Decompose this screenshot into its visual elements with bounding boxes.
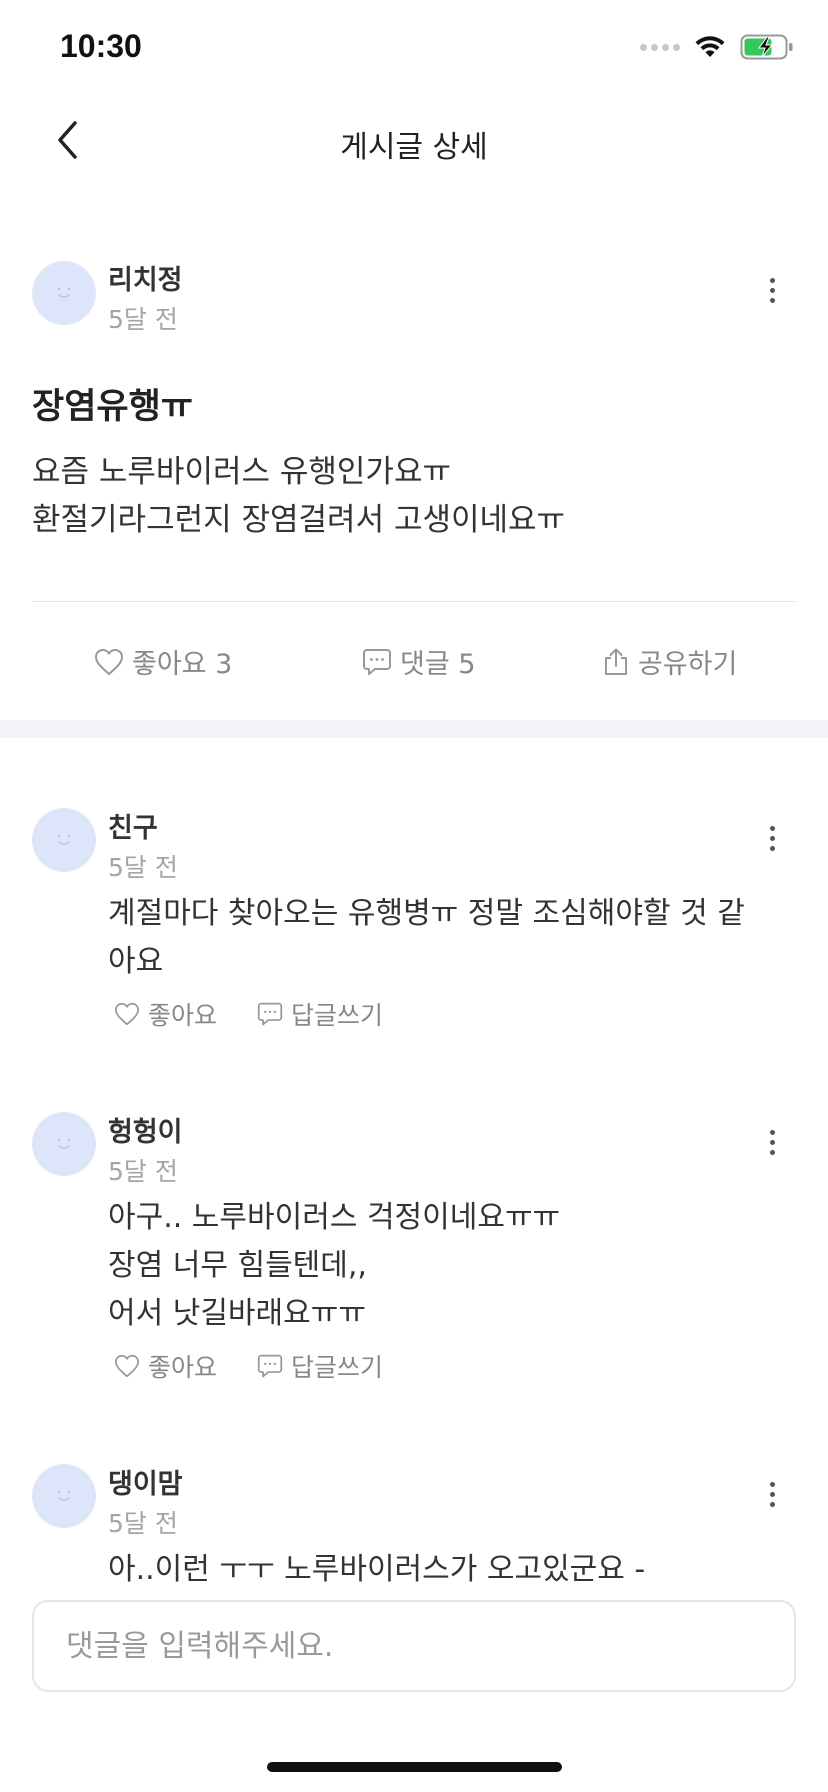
smile-face-icon — [57, 1490, 71, 1501]
comment-body-line: 장염 너무 힘들텐데,, — [108, 1248, 367, 1283]
comment-actions: 좋아요 답글쓰기 — [114, 1348, 383, 1384]
comment-author[interactable]: 헝헝이 — [108, 1110, 183, 1149]
comment-time: 5달 전 — [108, 853, 178, 882]
post-author-name[interactable]: 리치정 — [108, 258, 183, 297]
comment-input-box — [32, 1600, 796, 1692]
comment-bubble-icon — [363, 648, 391, 675]
more-vertical-icon — [769, 1481, 775, 1487]
share-label: 공유하기 — [638, 649, 738, 680]
post-body-line: 요즘 노루바이러스 유행인가요ㅠ — [32, 454, 451, 490]
post-body: 요즘 노루바이러스 유행인가요ㅠ 환절기라그런지 장염걸려서 고생이네요ㅠ — [32, 448, 792, 544]
comment-like-label: 좋아요 — [148, 1001, 218, 1030]
like-button[interactable]: 좋아요 3 — [94, 642, 232, 681]
more-vertical-icon — [769, 277, 775, 283]
comment-more-button[interactable] — [760, 818, 784, 858]
comment-body: 아..이런 ㅜㅜ 노루바이러스가 오고있군요 - — [108, 1546, 798, 1585]
comment-body-line: 계절마다 찾아오는 유행병ㅠ 정말 조심해야할 것 같 — [108, 896, 745, 931]
avatar[interactable] — [32, 808, 96, 872]
share-button[interactable]: 공유하기 — [602, 642, 737, 681]
reply-label: 답글쓰기 — [291, 1353, 384, 1382]
wifi-icon — [695, 36, 725, 57]
section-separator — [0, 720, 828, 738]
status-icons — [640, 34, 794, 60]
comment-more-button[interactable] — [760, 1122, 784, 1162]
status-bar: 10:30 — [0, 0, 828, 100]
share-icon — [605, 648, 627, 675]
navigation-bar: 게시글 상세 — [0, 100, 828, 180]
comment-author[interactable]: 친구 — [108, 806, 158, 845]
smile-face-icon — [57, 1138, 71, 1149]
like-label: 좋아요 3 — [132, 649, 233, 680]
comment-item: 친구 5달 전 계절마다 찾아오는 유행병ㅠ 정말 조심해야할 것 같 아요 좋… — [32, 806, 796, 1106]
avatar[interactable] — [32, 1464, 96, 1528]
comment-time: 5달 전 — [108, 1509, 178, 1538]
comment-body-line: 아구.. 노루바이러스 걱정이네요ㅠㅠ — [108, 1200, 561, 1235]
avatar[interactable] — [32, 1112, 96, 1176]
comment-author[interactable]: 댕이맘 — [108, 1462, 183, 1501]
reply-button[interactable]: 답글쓰기 — [257, 996, 383, 1032]
comment-body-line: 아요 — [108, 944, 164, 979]
post-action-bar: 좋아요 3 댓글 5 공유하기 — [0, 638, 828, 686]
comment-bubble-icon — [257, 1002, 283, 1026]
home-indicator — [267, 1762, 562, 1772]
avatar[interactable] — [32, 261, 96, 325]
post: 리치정 5달 전 장염유행ㅠ 요즘 노루바이러스 유행인가요ㅠ 환절기라그런지 … — [32, 240, 796, 538]
page-title: 게시글 상세 — [340, 130, 488, 165]
smile-face-icon — [57, 287, 71, 298]
divider — [32, 601, 796, 602]
comment-item: 헝헝이 5달 전 아구.. 노루바이러스 걱정이네요ㅠㅠ 장염 너무 힘들텐데,… — [32, 1110, 796, 1430]
post-title: 장염유행ㅠ — [32, 387, 194, 427]
comment-like-button[interactable]: 좋아요 — [114, 1348, 217, 1384]
comment-actions: 좋아요 답글쓰기 — [114, 996, 383, 1032]
comment-input[interactable] — [34, 1602, 794, 1690]
signal-icon — [640, 43, 680, 51]
heart-icon — [95, 648, 123, 675]
comment-bubble-icon — [257, 1354, 283, 1378]
comment-more-button[interactable] — [760, 1474, 784, 1514]
comment-count-label: 댓글 5 — [400, 649, 476, 680]
more-vertical-icon — [769, 825, 775, 831]
comment-count-button[interactable]: 댓글 5 — [362, 642, 475, 681]
comment-like-label: 좋아요 — [148, 1353, 218, 1382]
smile-face-icon — [57, 834, 71, 845]
post-author-row: 리치정 5달 전 — [32, 240, 796, 334]
comment-item: 댕이맘 5달 전 아..이런 ㅜㅜ 노루바이러스가 오고있군요 - — [32, 1462, 796, 1585]
battery-charging-icon — [740, 34, 793, 60]
heart-icon — [114, 1002, 139, 1026]
status-time: 10:30 — [60, 28, 142, 64]
post-more-button[interactable] — [760, 270, 784, 310]
comment-body-line: 어서 낫길바래요ㅠㅠ — [108, 1296, 366, 1331]
comment-list: 친구 5달 전 계절마다 찾아오는 유행병ㅠ 정말 조심해야할 것 같 아요 좋… — [0, 740, 828, 1585]
reply-label: 답글쓰기 — [291, 1001, 384, 1030]
comment-like-button[interactable]: 좋아요 — [114, 996, 217, 1032]
comment-body: 계절마다 찾아오는 유행병ㅠ 정말 조심해야할 것 같 아요 — [108, 890, 798, 986]
comment-time: 5달 전 — [108, 1157, 178, 1186]
comment-body-line: 아..이런 ㅜㅜ 노루바이러스가 오고있군요 - — [108, 1552, 646, 1585]
post-time: 5달 전 — [108, 305, 178, 334]
more-vertical-icon — [769, 1129, 775, 1135]
post-body-line: 환절기라그런지 장염걸려서 고생이네요ㅠ — [32, 502, 566, 538]
reply-button[interactable]: 답글쓰기 — [257, 1348, 383, 1384]
heart-icon — [114, 1354, 139, 1378]
comment-body: 아구.. 노루바이러스 걱정이네요ㅠㅠ 장염 너무 힘들텐데,, 어서 낫길바래… — [108, 1194, 798, 1338]
